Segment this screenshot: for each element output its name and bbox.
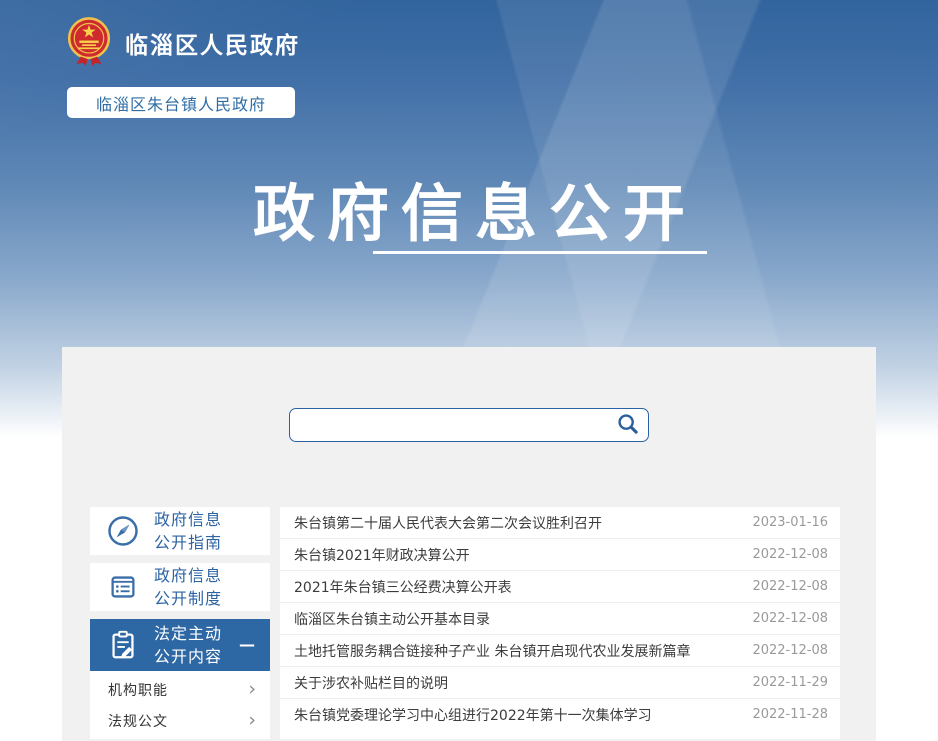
content-columns: 政府信息 公开指南 政府信息 公开制度 <box>62 507 876 739</box>
news-link[interactable]: 土地托管服务耦合链接种子产业 朱台镇开启现代农业发展新篇章 <box>294 641 690 661</box>
sidebar-item-label: 法定主动 公开内容 <box>154 622 222 668</box>
search-row <box>62 347 876 442</box>
news-date: 2022-11-29 <box>752 675 828 690</box>
news-date: 2022-12-08 <box>752 643 828 658</box>
content-panel: 政府信息 公开指南 政府信息 公开制度 <box>62 347 876 741</box>
search-button[interactable] <box>614 412 642 439</box>
sidebar-item-label: 政府信息 公开制度 <box>154 564 222 610</box>
news-link[interactable]: 朱台镇2021年财政决算公开 <box>294 545 470 565</box>
sidebar-link-jigou-zhineng[interactable]: 机构职能 › <box>90 674 270 705</box>
sidebar: 政府信息 公开指南 政府信息 公开制度 <box>90 507 270 739</box>
news-date: 2022-12-08 <box>752 547 828 562</box>
national-emblem-icon <box>66 16 112 70</box>
news-row: 2021年朱台镇三公经费决算公开表 2022-12-08 <box>280 571 840 603</box>
news-link[interactable]: 临淄区朱台镇主动公开基本目录 <box>294 609 490 629</box>
news-link[interactable]: 朱台镇党委理论学习中心组进行2022年第十一次集体学习 <box>294 705 652 725</box>
ledger-icon <box>106 570 140 604</box>
chevron-right-icon: › <box>248 680 257 699</box>
gov-name: 临淄区人民政府 <box>125 26 300 60</box>
page-title: 政府信息公开 <box>0 163 938 253</box>
search-icon <box>616 412 640 439</box>
site-brand[interactable]: 临淄区人民政府 <box>66 16 300 70</box>
news-date: 2022-11-28 <box>752 707 828 722</box>
collapse-minus-icon[interactable]: — <box>239 633 256 656</box>
news-row: 土地托管服务耦合链接种子产业 朱台镇开启现代农业发展新篇章 2022-12-08 <box>280 635 840 667</box>
news-link[interactable]: 朱台镇第二十届人民代表大会第二次会议胜利召开 <box>294 513 602 533</box>
compass-icon <box>106 514 140 548</box>
news-row: 朱台镇2021年财政决算公开 2022-12-08 <box>280 539 840 571</box>
sidebar-sublinks: 机构职能 › 法规公文 › <box>90 671 270 739</box>
title-underline <box>373 251 707 254</box>
news-date: 2023-01-16 <box>752 515 828 530</box>
search-input[interactable] <box>302 411 614 439</box>
sub-gov-button[interactable]: 临淄区朱台镇人民政府 <box>67 87 295 118</box>
news-list: 朱台镇第二十届人民代表大会第二次会议胜利召开 2023-01-16 朱台镇202… <box>280 507 840 739</box>
sidebar-link-fagui-gongwen[interactable]: 法规公文 › <box>90 705 270 736</box>
news-row: 朱台镇第二十届人民代表大会第二次会议胜利召开 2023-01-16 <box>280 507 840 539</box>
sidebar-item-fading-zhudong[interactable]: 法定主动 公开内容 — <box>90 619 270 671</box>
chevron-right-icon: › <box>248 711 257 730</box>
news-link[interactable]: 2021年朱台镇三公经费决算公开表 <box>294 577 512 597</box>
news-row: 关于涉农补贴栏目的说明 2022-11-29 <box>280 667 840 699</box>
news-date: 2022-12-08 <box>752 579 828 594</box>
news-row: 临淄区朱台镇主动公开基本目录 2022-12-08 <box>280 603 840 635</box>
sidebar-item-gongkai-zhinan[interactable]: 政府信息 公开指南 <box>90 507 270 555</box>
news-date: 2022-12-08 <box>752 611 828 626</box>
search-box <box>289 408 649 442</box>
news-link[interactable]: 关于涉农补贴栏目的说明 <box>294 673 448 693</box>
clipboard-edit-icon <box>106 628 140 662</box>
news-row: 朱台镇党委理论学习中心组进行2022年第十一次集体学习 2022-11-28 <box>280 699 840 730</box>
sidebar-item-gongkai-zhidu[interactable]: 政府信息 公开制度 <box>90 563 270 611</box>
sidebar-item-label: 政府信息 公开指南 <box>154 508 222 554</box>
